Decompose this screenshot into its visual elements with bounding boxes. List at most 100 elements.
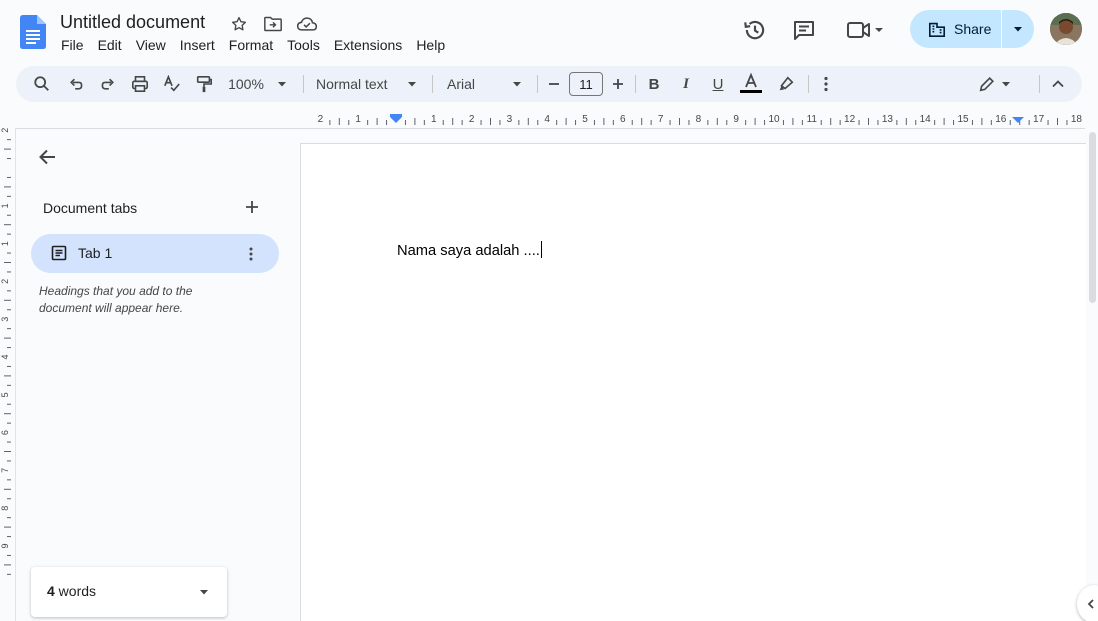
title-bar: Untitled document File Edit View Insert …: [0, 0, 1098, 62]
decrease-font-size-icon[interactable]: [544, 66, 564, 102]
text-color-icon[interactable]: [738, 66, 764, 102]
ruler-label: 1: [431, 114, 437, 125]
share-button-group: Share: [910, 10, 1034, 48]
horizontal-ruler[interactable]: 2 1 1 2 3 4 5 6 7 8 9 10 11 12 13 14 15 16 17 18: [300, 109, 1088, 129]
ruler-label: 17: [1033, 114, 1045, 125]
ruler-label: 1: [0, 203, 10, 208]
menu-bar: File Edit View Insert Format Tools Exten…: [54, 37, 452, 53]
toolbar-divider: [1039, 75, 1040, 93]
font-size-input[interactable]: 11: [569, 72, 603, 96]
document-title[interactable]: Untitled document: [60, 12, 205, 33]
word-count-dropdown-icon[interactable]: [197, 585, 211, 599]
redo-icon[interactable]: [96, 66, 120, 102]
style-dropdown-icon: [408, 82, 416, 87]
building-icon: [928, 22, 946, 38]
body-paragraph: Nama saya adalah ....: [397, 243, 540, 259]
move-folder-icon[interactable]: [262, 13, 284, 35]
zoom-select[interactable]: 100%: [226, 66, 290, 102]
zoom-dropdown-icon: [277, 82, 286, 87]
text-cursor: [540, 241, 542, 258]
hide-menus-chevron-up-icon[interactable]: [1046, 66, 1070, 102]
spell-check-icon[interactable]: [160, 66, 184, 102]
ruler-label: 12: [844, 114, 856, 125]
menu-view[interactable]: View: [129, 37, 173, 53]
right-indent-marker[interactable]: [1012, 117, 1024, 123]
menu-tools[interactable]: Tools: [280, 37, 327, 53]
ruler-label: 5: [582, 114, 588, 125]
highlight-color-icon[interactable]: [774, 66, 798, 102]
bold-icon[interactable]: B: [642, 66, 666, 102]
ruler-label: 7: [0, 468, 10, 473]
toolbar-divider: [808, 75, 809, 93]
increase-font-size-icon[interactable]: [608, 66, 628, 102]
underline-icon[interactable]: U: [706, 66, 730, 102]
vertical-scrollbar[interactable]: [1088, 129, 1098, 621]
star-icon[interactable]: [228, 13, 250, 35]
tab-more-options-icon[interactable]: [245, 244, 257, 264]
font-family-select[interactable]: Arial: [445, 66, 525, 102]
document-tabs-heading: Document tabs: [43, 200, 138, 216]
font-family-value: Arial: [447, 76, 476, 92]
word-count-text: 4 words: [47, 583, 96, 599]
word-count-widget[interactable]: 4 words: [31, 567, 227, 617]
share-dropdown-button[interactable]: [1002, 10, 1034, 48]
meet-video-icon[interactable]: [846, 15, 886, 45]
docs-logo-icon[interactable]: [20, 15, 46, 49]
ruler-label: 14: [920, 114, 932, 125]
version-history-icon[interactable]: [742, 15, 768, 45]
editing-mode-select[interactable]: [974, 66, 1016, 102]
document-page[interactable]: Nama saya adalah ....: [300, 143, 1086, 621]
ruler-label: 11: [807, 114, 818, 125]
print-icon[interactable]: [128, 66, 152, 102]
document-body-text[interactable]: Nama saya adalah ....: [397, 241, 542, 259]
paragraph-style-select[interactable]: Normal text: [314, 66, 420, 102]
outline-hint-text: Headings that you add to the document wi…: [39, 284, 193, 315]
ruler-label: 2: [0, 279, 10, 284]
ruler-label: 6: [0, 430, 10, 435]
meet-dropdown-icon[interactable]: [872, 23, 886, 37]
ruler-label: 1: [0, 241, 10, 246]
ruler-label: 15: [957, 114, 969, 125]
ruler-label: 4: [0, 354, 10, 359]
toolbar-divider: [432, 75, 433, 93]
first-line-indent-marker[interactable]: [390, 114, 402, 117]
paint-format-icon[interactable]: [192, 66, 216, 102]
zoom-value: 100%: [228, 76, 264, 92]
menu-edit[interactable]: Edit: [91, 37, 129, 53]
ruler-label: 6: [620, 114, 626, 125]
menu-file[interactable]: File: [54, 37, 91, 53]
paragraph-style-value: Normal text: [316, 76, 388, 92]
vertical-ruler[interactable]: 2 1 1 2 3 4 5 6 7 8 9: [0, 128, 16, 621]
ruler-label: 3: [507, 114, 513, 125]
user-avatar[interactable]: [1050, 13, 1082, 45]
ruler-ticks: 2 1 1 2 3 4 5 6 7 8 9 10 11 12 13 14 15 16 17 18: [318, 114, 1082, 125]
ruler-label: 4: [544, 114, 550, 125]
tab-item-tab-1[interactable]: Tab 1: [31, 234, 279, 273]
share-label: Share: [954, 21, 992, 37]
italic-icon[interactable]: I: [674, 66, 698, 102]
close-outline-arrow-icon[interactable]: [36, 145, 60, 169]
menu-help[interactable]: Help: [409, 37, 452, 53]
left-indent-marker[interactable]: [390, 117, 402, 123]
ruler-label: 2: [318, 114, 324, 125]
toolbar-divider: [537, 75, 538, 93]
add-tab-plus-icon[interactable]: [242, 197, 262, 217]
menu-extensions[interactable]: Extensions: [327, 37, 409, 53]
document-canvas: Nama saya adalah ....: [299, 129, 1086, 621]
scrollbar-thumb[interactable]: [1089, 132, 1096, 303]
share-button[interactable]: Share: [910, 10, 1002, 48]
tab-label: Tab 1: [78, 245, 113, 261]
comments-icon[interactable]: [792, 15, 816, 45]
menu-format[interactable]: Format: [222, 37, 280, 53]
ruler-label: 10: [768, 114, 780, 125]
ruler-label: 5: [0, 392, 10, 397]
menu-insert[interactable]: Insert: [173, 37, 222, 53]
vertical-ruler-ticks: 2 1 1 2 3 4 5 6 7 8 9: [0, 128, 11, 575]
cloud-saved-icon[interactable]: [296, 13, 318, 35]
more-options-icon[interactable]: [816, 66, 836, 102]
mode-dropdown-icon: [1002, 82, 1010, 87]
search-menus-icon[interactable]: [30, 66, 54, 102]
undo-icon[interactable]: [64, 66, 88, 102]
ruler-label: 2: [469, 114, 475, 125]
word-count-label: words: [54, 583, 97, 599]
